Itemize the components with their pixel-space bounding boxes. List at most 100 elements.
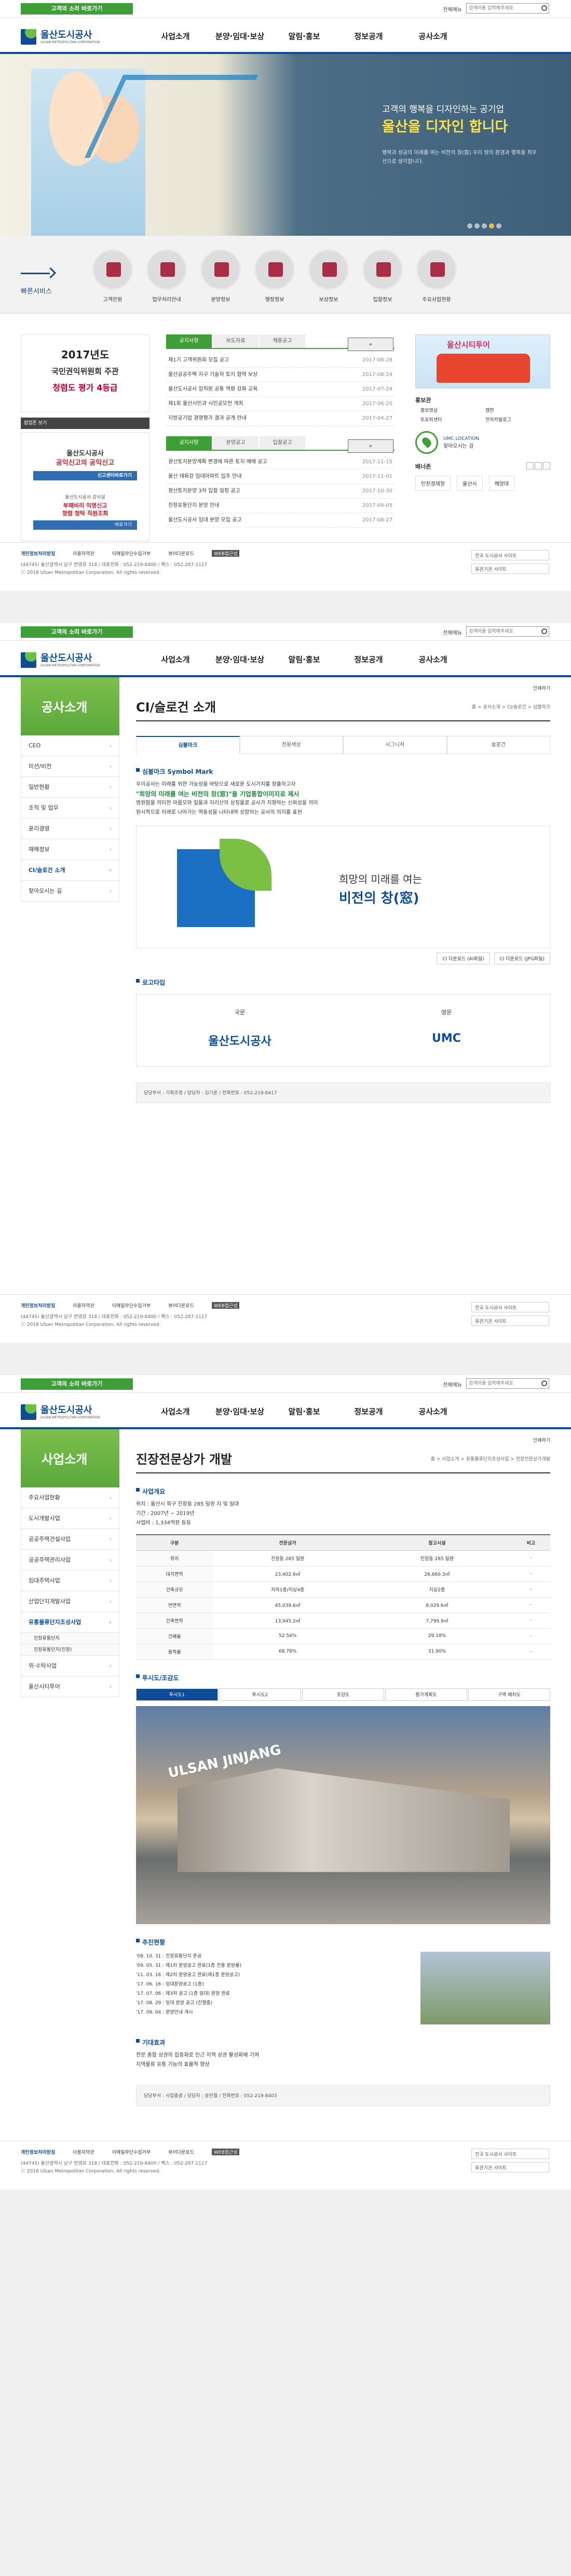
search-icon[interactable]	[541, 628, 547, 634]
tab-symbol[interactable]: 심볼마크	[136, 736, 240, 754]
sitemap-link[interactable]: 전체메뉴	[443, 1380, 462, 1388]
location-link[interactable]: UMC LOCATION 찾아오시는 길	[415, 431, 550, 454]
lnb-item[interactable]: 공공주택관리사업	[21, 1550, 119, 1571]
lnb-item[interactable]: 일반현황	[21, 777, 119, 798]
lnb-subitem[interactable]: 진장유통단지(진장)	[21, 1644, 119, 1656]
integrity-banner[interactable]: 2017년도 국민권익위원회 주관 청렴도 평가 4등급	[21, 334, 149, 412]
gnb-business[interactable]: 사업소개	[143, 1406, 208, 1417]
family-site-select[interactable]: 전국 도시공사 사이트	[471, 1302, 549, 1312]
gnb-news[interactable]: 알림·홍보	[272, 1406, 336, 1417]
quick-item[interactable]: 보상정보	[305, 249, 352, 303]
privacy-link[interactable]: 개인정보처리방침	[21, 2149, 55, 2155]
more-icon[interactable]: +	[348, 338, 393, 351]
lnb-item[interactable]: 공공주택건설사업	[21, 1529, 119, 1550]
voice-of-customer-link[interactable]: 고객의 소리 바로가기	[21, 626, 133, 638]
ci-download-ai-button[interactable]: CI 다운로드 (AI파일)	[437, 952, 490, 964]
list-item[interactable]: 진장유통단지 분양 안내 2017-09-05	[166, 499, 395, 513]
print-button[interactable]: 인쇄하기	[533, 685, 550, 691]
tab-press[interactable]: 보도자료	[213, 334, 259, 348]
lnb-item[interactable]: 찾아오시는 길	[21, 881, 119, 902]
privacy-link[interactable]: 개인정보처리방침	[21, 550, 55, 557]
quick-item[interactable]: 업무처리안내	[143, 249, 190, 303]
quick-item[interactable]: 고객만원	[89, 249, 136, 303]
list-item[interactable]: 울산 태화강 임대아파트 입주 안내 2017-11-01	[166, 469, 395, 484]
gnb-info[interactable]: 정보공개	[336, 31, 401, 42]
voice-of-customer-link[interactable]: 고객의 소리 바로가기	[21, 3, 133, 15]
gnb-business[interactable]: 사업소개	[143, 654, 208, 665]
gnb-business[interactable]: 사업소개	[143, 31, 208, 42]
email-link[interactable]: 이메일무단수집거부	[112, 1302, 151, 1309]
quick-item[interactable]: 입찰정보	[359, 249, 406, 303]
pager-dot[interactable]	[496, 223, 501, 229]
quick-item[interactable]: 행정정보	[251, 249, 298, 303]
tab-plan[interactable]: 평가계획도	[385, 1688, 467, 1701]
viewer-link[interactable]: 뷰어다운로드	[168, 550, 194, 557]
lnb-item[interactable]: 주요사업현황	[21, 1487, 119, 1508]
viewer-link[interactable]: 뷰어다운로드	[168, 1302, 194, 1309]
pause-icon[interactable]	[535, 462, 542, 469]
tab-recruit[interactable]: 채용공고	[260, 334, 305, 348]
city-tour-banner[interactable]: 울산시티투어	[415, 334, 550, 388]
print-button[interactable]: 인쇄하기	[533, 1437, 550, 1443]
list-item[interactable]: 광산토지분양계획 변경에 따른 토지 매매 공고 2017-11-15	[166, 455, 395, 469]
tab-notice[interactable]: 공지사항	[166, 334, 212, 348]
lnb-item[interactable]: 윤리경영	[21, 819, 119, 839]
family-site-select[interactable]: 전국 도시공사 사이트	[471, 550, 549, 560]
tab-sale[interactable]: 분양공고	[213, 436, 259, 450]
gnb-info[interactable]: 정보공개	[336, 654, 401, 665]
email-link[interactable]: 이메일무단수집거부	[112, 550, 151, 557]
voice-of-customer-link[interactable]: 고객의 소리 바로가기	[21, 1378, 133, 1390]
related-site-select[interactable]: 유관기관 사이트	[471, 564, 549, 574]
lnb-item[interactable]: 임대주택사업	[21, 1571, 119, 1591]
gnb-sales[interactable]: 분양·임대·보상	[208, 1406, 272, 1417]
gnb-sales[interactable]: 분양·임대·보상	[208, 654, 272, 665]
pr-link[interactable]: 트로피센터	[420, 415, 485, 425]
gnb-info[interactable]: 정보공개	[336, 1406, 401, 1417]
lnb-item[interactable]: 재해정보	[21, 839, 119, 860]
lnb-item[interactable]: 도시개발사업	[21, 1508, 119, 1529]
lnb-item[interactable]: 위·수탁사업	[21, 1656, 119, 1676]
gnb-company[interactable]: 공사소개	[401, 1406, 465, 1417]
search-icon[interactable]	[541, 1380, 547, 1386]
quick-item[interactable]: 분양정보	[197, 249, 244, 303]
search-input[interactable]	[466, 1378, 549, 1389]
report-center-button[interactable]: 신고센터바로가기	[33, 471, 137, 480]
lnb-item-active[interactable]: CI/슬로건 소개	[21, 860, 119, 881]
banner-item[interactable]: 울산시	[457, 476, 483, 491]
pager-dot[interactable]	[482, 223, 487, 229]
tab-signature[interactable]: 시그니처	[343, 736, 447, 754]
terms-link[interactable]: 이용자약관	[73, 1302, 94, 1309]
search-input[interactable]	[466, 626, 549, 637]
tab-perspective2[interactable]: 투시도2	[219, 1688, 301, 1701]
pager-dot[interactable]	[467, 223, 472, 229]
next-icon[interactable]	[543, 462, 550, 469]
go-button[interactable]: 바로가기	[33, 520, 137, 530]
logo[interactable]: 울산도시공사 ULSAN METROPOLITAN CORPORATION	[21, 651, 100, 669]
related-site-select[interactable]: 유관기관 사이트	[471, 2162, 549, 2172]
gnb-news[interactable]: 알림·홍보	[272, 31, 336, 42]
lnb-item[interactable]: 미션/비전	[21, 756, 119, 777]
logo[interactable]: 울산도시공사 ULSAN METROPOLITAN CORPORATION	[21, 28, 100, 46]
related-site-select[interactable]: 유관기관 사이트	[471, 1316, 549, 1326]
gnb-company[interactable]: 공사소개	[401, 654, 465, 665]
family-site-select[interactable]: 전국 도시공사 사이트	[471, 2149, 549, 2159]
banner-item[interactable]: 해양대	[488, 476, 515, 491]
terms-link[interactable]: 이용자약관	[73, 2149, 94, 2155]
pager-dot-active[interactable]	[489, 223, 494, 229]
prev-icon[interactable]	[526, 462, 534, 469]
lnb-subitem[interactable]: 진장유통단지	[21, 1633, 119, 1644]
list-item[interactable]: 지방공기업 경영평가 결과 공개 안내 2017-04-27	[166, 411, 395, 426]
list-item[interactable]: 울산도시공사 임대 분양 모집 공고 2017-08-27	[166, 513, 395, 528]
tab-layout[interactable]: 구역 배치도	[468, 1688, 550, 1701]
privacy-link[interactable]: 개인정보처리방침	[21, 1302, 55, 1309]
more-icon[interactable]: +	[348, 439, 393, 453]
list-item[interactable]: 제1회 울산시민과 시민공모전 개최 2017-06-20	[166, 397, 395, 411]
popup-zone-bar[interactable]: 팝업존 보기	[21, 418, 149, 429]
gnb-sales[interactable]: 분양·임대·보상	[208, 31, 272, 42]
tab-perspective1[interactable]: 투시도1	[136, 1688, 218, 1701]
tab-bid[interactable]: 입찰공고	[260, 436, 305, 450]
logo[interactable]: 울산도시공사 ULSAN METROPOLITAN CORPORATION	[21, 1403, 100, 1421]
tab-color[interactable]: 전용색상	[239, 736, 343, 754]
viewer-link[interactable]: 뷰어다운로드	[168, 2149, 194, 2155]
ci-download-jpg-button[interactable]: CI 다운로드 (JPG파일)	[494, 952, 550, 964]
